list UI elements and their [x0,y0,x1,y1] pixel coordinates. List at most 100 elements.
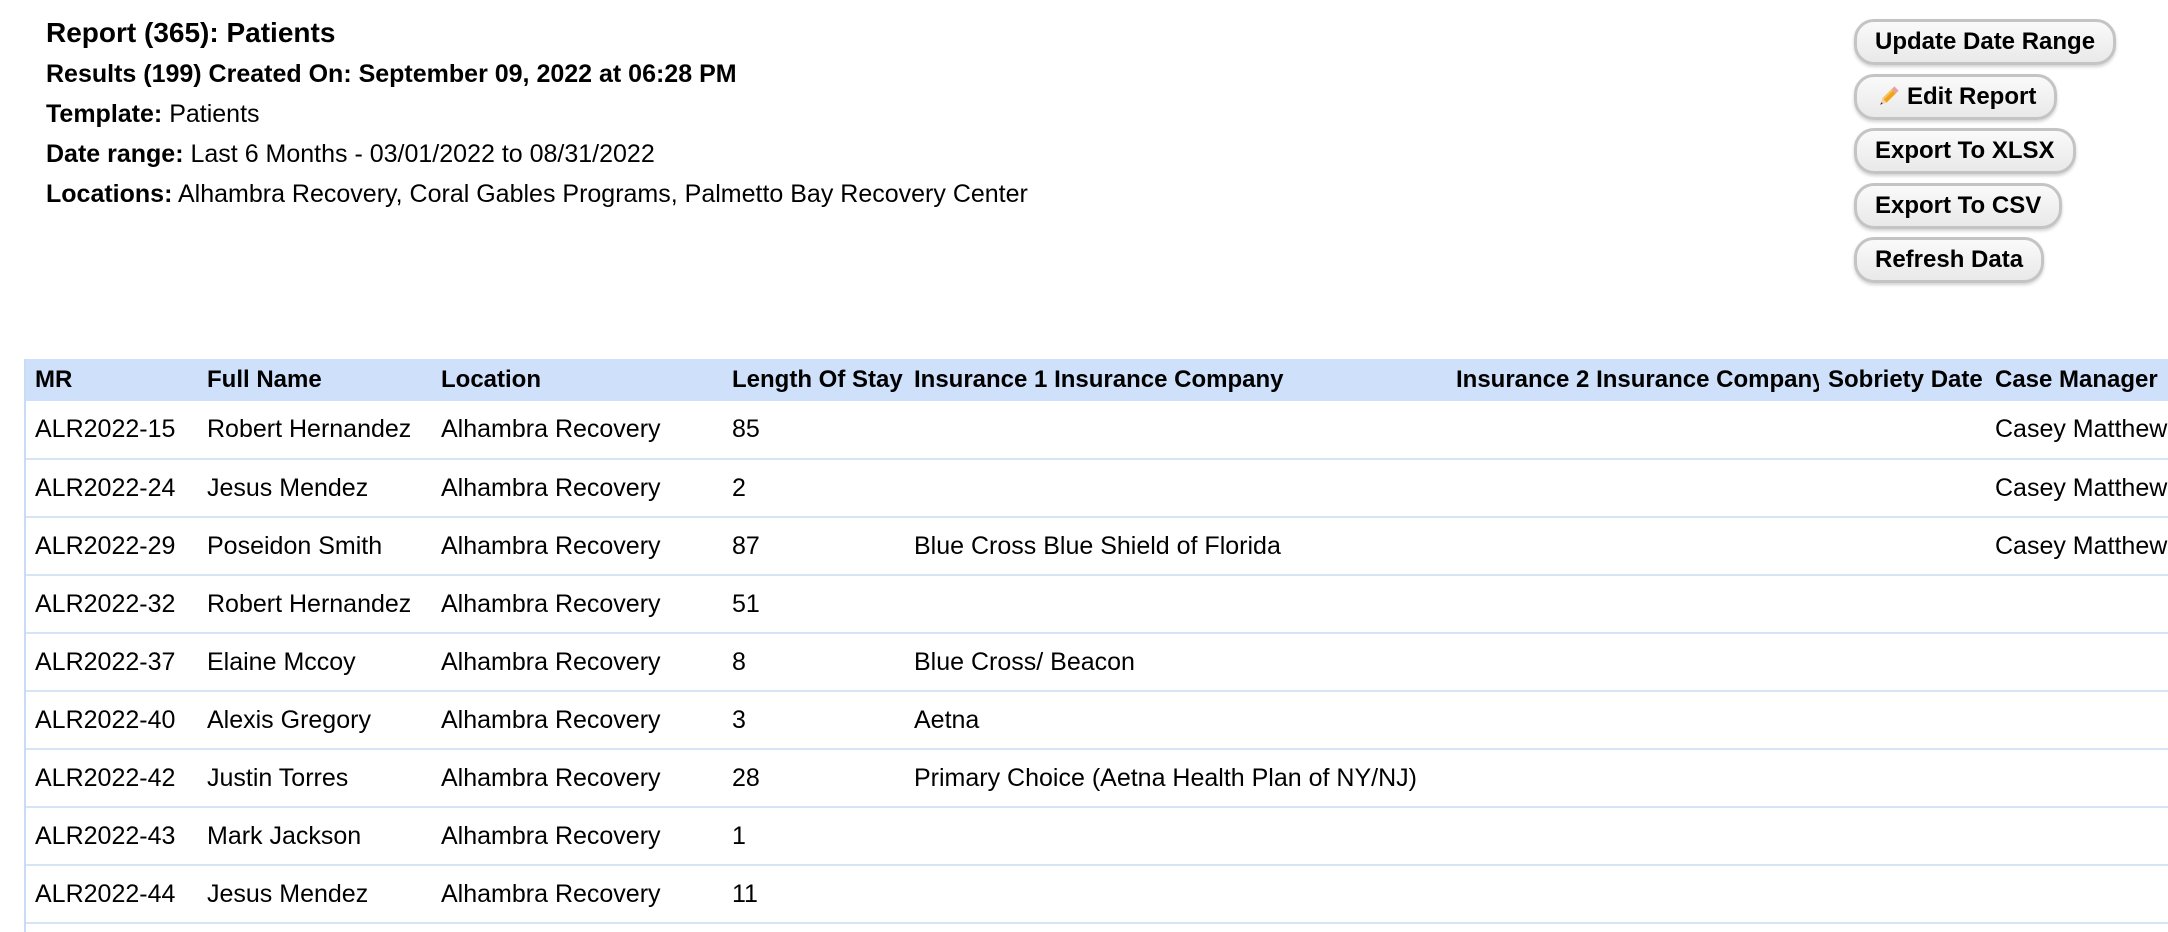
cell-insurance-1: Primary Choice (Aetna Health Plan of NY/… [914,763,1417,792]
cell-mr: ALR2022-40 [35,705,176,734]
cell-location: Alhambra Recovery [441,531,661,560]
table-body: ALR2022-15 Robert Hernandez Alhambra Recov… [26,401,2168,923]
cell-mr: ALR2022-44 [35,879,176,908]
cell-mr: ALR2022-29 [35,531,176,560]
table-row[interactable]: ALR2022-24 Jesus Mendez Alhambra Recovery 2… [26,459,2168,517]
table-row[interactable]: ALR2022-43 Mark Jackson Alhambra Recovery 1 [26,807,2168,865]
template-value: Patients [169,100,260,128]
cell-case-manager [1986,749,2168,807]
table-header-row: MR Full Name Location Length Of Stay Insuran… [26,359,2168,401]
table-row[interactable]: ALR2022-40 Alexis Gregory Alhambra Recover… [26,691,2168,749]
cell-full-name: Jesus Mendez [207,879,369,908]
cell-case-manager: Casey Matthews [1995,415,2168,443]
cell-location: Alhambra Recovery [441,879,661,908]
cell-mr: ALR2022-32 [35,589,176,618]
report-table-container[interactable]: MR Full Name Location Length Of Stay Insuran… [24,359,2168,932]
update-date-range-button[interactable]: Update Date Range [1854,19,2117,65]
column-header-length-of-stay[interactable]: Length Of Stay [723,359,905,401]
cell-insurance-1 [905,865,1447,923]
results-summary: Results (199) Created On: September 09, … [46,60,737,88]
cell-insurance-2 [1447,865,1819,923]
date-range-label: Date range: [46,140,184,168]
locations-label: Locations: [46,180,173,208]
cell-insurance-1 [905,459,1447,517]
cell-sobriety-date [1819,691,1986,749]
column-header-mr[interactable]: MR [26,359,198,401]
cell-length-of-stay: 28 [732,763,760,792]
table-row[interactable]: ALR2022-32 Robert Hernandez Alhambra Recov… [26,575,2168,633]
cell-location: Alhambra Recovery [441,589,661,618]
refresh-data-button[interactable]: Refresh Data [1854,237,2045,283]
cell-length-of-stay: 51 [732,589,760,618]
column-header-location[interactable]: Location [432,359,723,401]
cell-location: Alhambra Recovery [441,647,661,676]
cell-case-manager [1986,691,2168,749]
cell-sobriety-date [1819,517,1986,575]
cell-mr: ALR2022-43 [35,821,176,850]
table-row[interactable]: ALR2022-44 Jesus Mendez Alhambra Recovery 1… [26,865,2168,923]
report-info: Report (365): Patients Results (199) Cre… [46,14,1028,214]
column-header-full-name[interactable]: Full Name [198,359,432,401]
pencil-icon [1875,84,1901,110]
export-csv-button[interactable]: Export To CSV [1854,182,2063,229]
cell-mr: ALR2022-37 [35,647,176,676]
table-header: MR Full Name Location Length Of Stay Insuran… [26,359,2168,401]
cell-insurance-2 [1447,401,1819,459]
cell-length-of-stay: 87 [732,531,760,560]
column-header-sobriety-date[interactable]: Sobriety Date [1819,359,1986,401]
column-header-case-manager[interactable]: Case Manager [1986,359,2168,401]
cell-sobriety-date [1819,633,1986,691]
cell-full-name: Mark Jackson [207,821,362,850]
cell-sobriety-date [1819,401,1986,459]
cell-sobriety-date [1819,807,1986,865]
cell-full-name: Alexis Gregory [207,705,371,734]
cell-insurance-2 [1447,691,1819,749]
cell-insurance-1 [905,401,1447,459]
cell-insurance-1 [905,575,1447,633]
cell-location: Alhambra Recovery [441,415,661,443]
cell-location: Alhambra Recovery [441,705,661,734]
cell-full-name: Robert Hernandez [207,415,412,443]
report-page: Report (365): Patients Results (199) Cre… [0,0,2168,932]
cell-insurance-2 [1447,575,1819,633]
table-row[interactable]: ALR2022-29 Poseidon Smith Alhambra Recover… [26,517,2168,575]
cell-full-name: Poseidon Smith [207,531,383,560]
cell-length-of-stay: 1 [732,821,746,850]
column-header-insurance-1[interactable]: Insurance 1 Insurance Company [905,359,1447,401]
cell-mr: ALR2022-42 [35,763,176,792]
cell-sobriety-date [1819,749,1986,807]
edit-report-button[interactable]: Edit Report [1854,73,2058,120]
column-header-insurance-2[interactable]: Insurance 2 Insurance Company [1447,359,1819,401]
locations-value: Alhambra Recovery, Coral Gables Programs… [177,180,1028,208]
edit-report-label: Edit Report [1907,82,2037,110]
table-row[interactable]: ALR2022-42 Justin Torres Alhambra Recovery… [26,749,2168,807]
cell-sobriety-date [1819,459,1986,517]
cell-length-of-stay: 11 [732,879,758,908]
cell-insurance-1: Blue Cross/ Beacon [914,647,1135,676]
cell-location: Alhambra Recovery [441,473,661,502]
table-row[interactable]: ALR2022-37 Elaine Mccoy Alhambra Recovery 8… [26,633,2168,691]
cell-case-manager: Casey Matthews [1995,473,2168,502]
cell-length-of-stay: 2 [732,473,746,502]
report-title: Report (365): Patients [46,17,336,48]
export-xlsx-button[interactable]: Export To XLSX [1854,128,2076,174]
cell-length-of-stay: 85 [732,415,760,443]
report-table: MR Full Name Location Length Of Stay Insuran… [26,359,2168,924]
cell-case-manager [1986,807,2168,865]
cell-full-name: Elaine Mccoy [207,647,356,676]
table-row[interactable]: ALR2022-15 Robert Hernandez Alhambra Recov… [26,401,2168,459]
cell-mr: ALR2022-15 [35,415,176,443]
cell-length-of-stay: 8 [732,647,746,676]
date-range-value: Last 6 Months - 03/01/2022 to 08/31/2022 [190,140,655,168]
cell-full-name: Jesus Mendez [207,473,369,502]
cell-sobriety-date [1819,865,1986,923]
cell-mr: ALR2022-24 [35,473,176,502]
template-label: Template: [46,100,163,128]
locations-line: Locations: Alhambra Recovery, Coral Gabl… [46,174,1028,214]
template-line: Template: Patients [46,94,1028,134]
report-actions: Update Date Range Edit Report Export To … [1854,19,2117,292]
cell-insurance-1: Blue Cross Blue Shield of Florida [914,531,1281,560]
cell-sobriety-date [1819,575,1986,633]
cell-full-name: Justin Torres [207,763,349,792]
cell-insurance-2 [1447,459,1819,517]
